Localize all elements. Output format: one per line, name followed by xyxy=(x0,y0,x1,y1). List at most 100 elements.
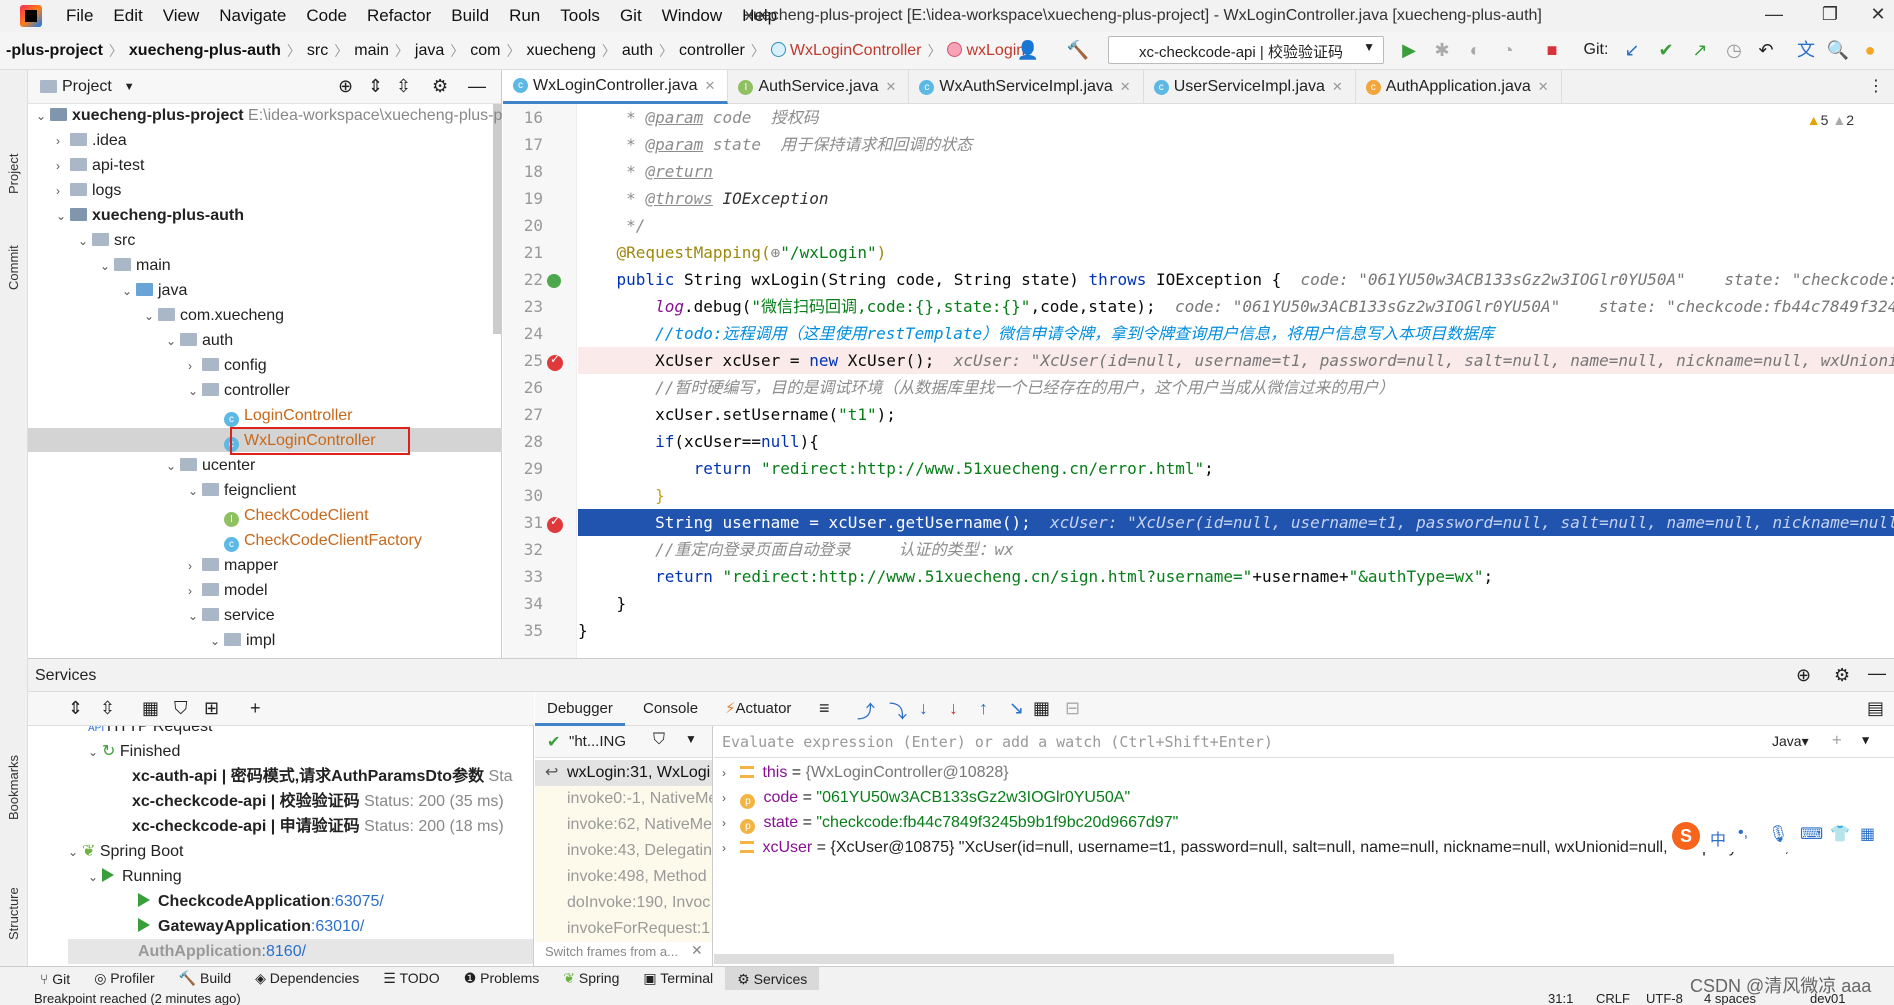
keyboard-icon[interactable]: ⌨ xyxy=(1800,824,1823,844)
add-service-icon[interactable]: + xyxy=(250,698,261,719)
toolbox-icon[interactable]: ▦ xyxy=(1860,824,1875,844)
services-request-check[interactable]: xc-checkcode-api | 校验验证码 Status: 200 (35… xyxy=(132,789,504,814)
breadcrumb-controller[interactable]: controller xyxy=(673,42,751,60)
services-finished[interactable]: ⌄ ↻ Finished xyxy=(88,739,180,764)
hide-icon[interactable]: — xyxy=(468,76,486,97)
trace-icon[interactable]: ⊟ xyxy=(1065,698,1080,719)
new-tab-icon[interactable]: ⊞ xyxy=(204,698,219,719)
step-over-icon[interactable]: ⤵ xyxy=(889,698,907,724)
tree-node-checkcode-client-factory[interactable]: c CheckCodeClientFactory xyxy=(224,529,422,553)
run-to-cursor-icon[interactable]: ↘ xyxy=(1009,698,1024,719)
menu-tools[interactable]: Tools xyxy=(550,6,610,26)
add-watch-icon[interactable]: + xyxy=(1832,730,1842,749)
hide-icon[interactable]: — xyxy=(1868,663,1886,684)
variable-xcuser[interactable]: › xcUser = {XcUser@10875} "XcUser(id=nul… xyxy=(722,835,1820,860)
variable-state[interactable]: › p state = "checkcode:fb44c7849f3245b9b1… xyxy=(722,810,1178,835)
close-tab-icon[interactable]: ✕ xyxy=(886,79,897,95)
breadcrumb-com[interactable]: com xyxy=(464,42,506,60)
run-config-select[interactable]: xc-checkcode-api | 校验验证码 ▼ xyxy=(1108,36,1384,64)
run-icon[interactable]: ▶ xyxy=(1397,38,1421,62)
collapse-all-icon[interactable]: ⇳ xyxy=(396,76,411,97)
skin-icon[interactable]: 👕 xyxy=(1830,824,1850,844)
menu-window[interactable]: Window xyxy=(652,6,732,26)
variable-code[interactable]: › p code = "061YU50w3ACB133sGz2w3IOGlr0YU… xyxy=(722,785,1130,810)
frame-item[interactable]: invoke0:-1, NativeMe xyxy=(535,786,712,812)
history-icon[interactable]: ◷ xyxy=(1722,38,1746,62)
tree-node-service[interactable]: ⌄ service xyxy=(188,604,275,628)
bottom-tab-todo[interactable]: ☰ TODO xyxy=(371,970,451,987)
line-separator[interactable]: CRLF xyxy=(1596,991,1630,1005)
tab-auth-application[interactable]: c AuthApplication.java ✕ xyxy=(1356,70,1562,104)
punctuation-icon[interactable]: •, xyxy=(1738,824,1748,842)
stop-icon[interactable]: ■ xyxy=(1540,38,1564,62)
restore-icon[interactable]: ❐ xyxy=(1818,4,1842,28)
stripe-bookmarks[interactable]: Bookmarks xyxy=(6,755,21,820)
switch-frames-hint[interactable]: Switch frames from a... xyxy=(545,944,678,959)
locate-icon[interactable]: ⊕ xyxy=(338,76,353,97)
tree-node-auth[interactable]: ⌄ auth xyxy=(166,329,233,353)
tree-node-logs[interactable]: › logs xyxy=(56,179,121,203)
frame-item[interactable]: invoke:62, NativeMe xyxy=(535,812,712,838)
filter-icon[interactable]: ⛉ xyxy=(653,731,665,749)
close-tab-icon[interactable]: ✕ xyxy=(1120,79,1131,95)
tree-node-controller[interactable]: ⌄ controller xyxy=(188,379,290,403)
crosshair-icon[interactable]: ⊕ xyxy=(1796,665,1811,686)
file-encoding[interactable]: UTF-8 xyxy=(1646,991,1683,1005)
group-by-icon[interactable]: ▦ xyxy=(142,698,159,719)
menu-view[interactable]: View xyxy=(153,6,210,26)
editor-gutter[interactable]: 16 17 18 19 20 21 22 23 24 25 26 27 28 2… xyxy=(503,104,577,658)
menu-code[interactable]: Code xyxy=(296,6,357,26)
breadcrumb-src[interactable]: src xyxy=(301,42,334,60)
tab-wx-auth-service-impl[interactable]: c WxAuthServiceImpl.java ✕ xyxy=(909,70,1144,104)
menu-file[interactable]: File xyxy=(56,6,103,26)
chevron-down-icon[interactable]: ▼ xyxy=(685,732,697,746)
tree-node-login-controller[interactable]: c LoginController xyxy=(224,404,353,428)
tree-node-feignclient[interactable]: ⌄ feignclient xyxy=(188,479,296,503)
chinese-mode-icon[interactable]: 中 xyxy=(1710,826,1726,850)
close-tab-icon[interactable]: ✕ xyxy=(1332,79,1343,95)
coverage-icon[interactable]: ◐ xyxy=(1463,38,1487,62)
translate-icon[interactable]: 文 xyxy=(1794,38,1818,62)
update-notification-icon[interactable]: ● xyxy=(1858,38,1882,62)
breakpoint-icon[interactable] xyxy=(547,514,563,533)
stripe-structure[interactable]: Structure xyxy=(6,887,21,940)
search-icon[interactable]: 🔍 xyxy=(1826,38,1850,62)
tree-node-impl[interactable]: ⌄ impl xyxy=(210,629,275,653)
close-icon[interactable]: ✕ xyxy=(1866,4,1890,28)
breadcrumb-module[interactable]: xuecheng-plus-auth xyxy=(123,42,287,60)
breadcrumb-xuecheng[interactable]: xuecheng xyxy=(521,42,602,60)
tree-node-project[interactable]: ⌄ xuecheng-plus-project E:\idea-workspace… xyxy=(36,104,542,128)
tab-wxlogin-controller[interactable]: c WxLoginController.java ✕ xyxy=(503,70,729,104)
language-select[interactable]: Java▾ xyxy=(1772,733,1809,750)
services-request-generate[interactable]: xc-checkcode-api | 申请验证码 Status: 200 (18… xyxy=(132,814,504,839)
menu-refactor[interactable]: Refactor xyxy=(357,6,441,26)
ime-toolbar[interactable]: S 中 •, 🎙 ⌨ 👕 ▦ xyxy=(1668,820,1894,852)
more-tabs-icon[interactable]: ⋮ xyxy=(1868,76,1884,96)
services-request-auth[interactable]: xc-auth-api | 密码模式,请求AuthParamsDto参数 Sta xyxy=(132,764,513,789)
debug-icon[interactable]: ✱ xyxy=(1430,38,1454,62)
tree-node-checkcode-client[interactable]: I CheckCodeClient xyxy=(224,504,369,528)
services-app-checkcode[interactable]: CheckcodeApplication:63075/ xyxy=(138,889,384,914)
breadcrumb-auth[interactable]: auth xyxy=(616,42,659,60)
caret-position[interactable]: 31:1 xyxy=(1548,991,1573,1005)
frame-item[interactable]: invoke:498, Method xyxy=(535,864,712,890)
tab-actuator[interactable]: ⚡Actuator xyxy=(713,692,803,726)
tab-user-service-impl[interactable]: c UserServiceImpl.java ✕ xyxy=(1144,70,1356,104)
scrollbar[interactable] xyxy=(493,104,501,334)
services-app-auth[interactable]: AuthApplication:8160/ xyxy=(68,939,533,964)
bottom-tab-problems[interactable]: ❶ Problems xyxy=(452,970,552,987)
tab-auth-service[interactable]: I AuthService.java ✕ xyxy=(728,70,910,104)
step-into-icon[interactable]: ↓ xyxy=(919,698,928,719)
tree-node-ucenter[interactable]: ⌄ ucenter xyxy=(166,454,255,478)
show-execution-point-icon[interactable]: ⤴ xyxy=(857,698,875,724)
step-out-icon[interactable]: ↑ xyxy=(979,698,988,719)
bottom-tab-profiler[interactable]: ◎ Profiler xyxy=(82,970,166,987)
tree-node-api-test[interactable]: › api-test xyxy=(56,154,144,178)
tree-node-idea[interactable]: › .idea xyxy=(56,129,127,153)
force-step-into-icon[interactable]: ↓ xyxy=(949,698,958,719)
filter-icon[interactable]: ⛉ xyxy=(174,698,188,719)
minimize-icon[interactable]: — xyxy=(1762,4,1786,28)
tree-node-config[interactable]: › config xyxy=(188,354,267,378)
evaluate-icon[interactable]: ▦ xyxy=(1033,698,1050,719)
frame-item[interactable]: doInvoke:190, Invoc xyxy=(535,890,712,916)
